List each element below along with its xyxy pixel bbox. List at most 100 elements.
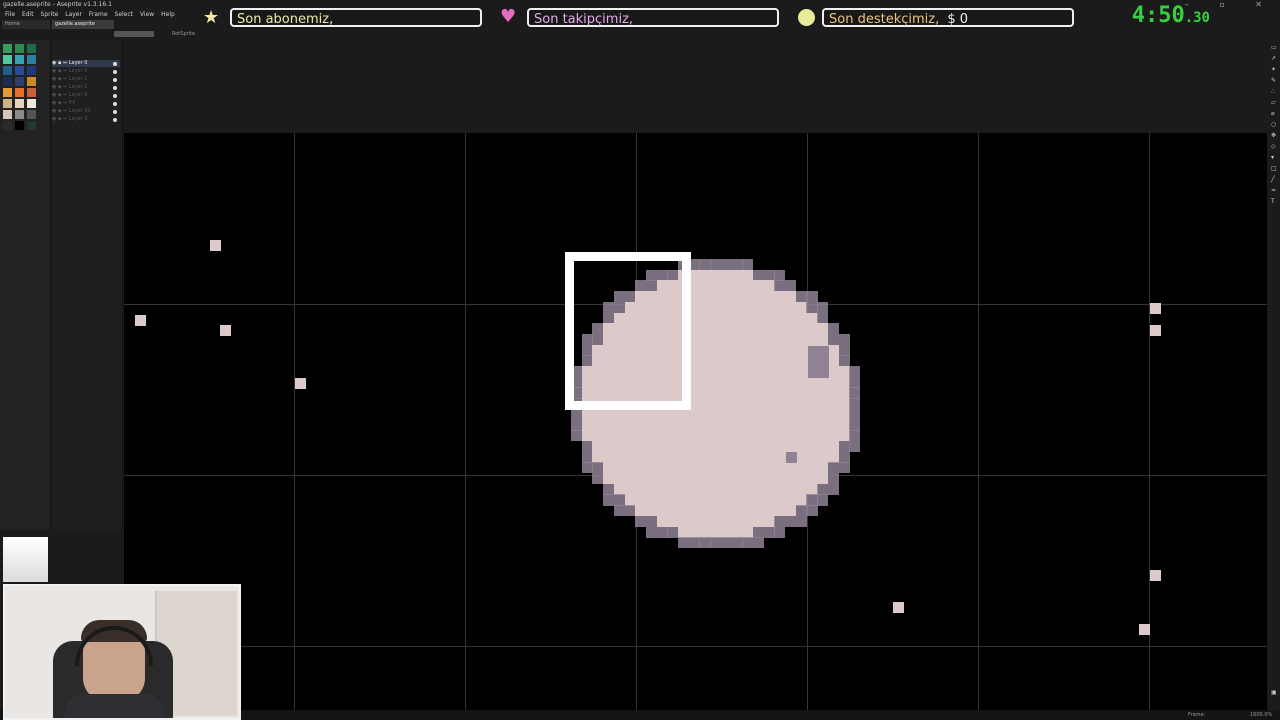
wand-tool-icon[interactable]: ✶: [1271, 67, 1277, 73]
eraser-tool-icon[interactable]: ▱: [1271, 100, 1277, 106]
text-tool-icon[interactable]: T: [1271, 199, 1277, 205]
marquee-tool-icon[interactable]: ▭: [1271, 45, 1277, 51]
palette-swatch[interactable]: [3, 88, 12, 97]
palette-swatch[interactable]: [15, 44, 24, 53]
paint-bucket-icon[interactable]: ▾: [1271, 155, 1277, 161]
cel-dot[interactable]: [113, 102, 117, 106]
cel-dot[interactable]: [113, 94, 117, 98]
color-preview[interactable]: [3, 537, 48, 582]
menu-frame[interactable]: Frame: [89, 11, 108, 18]
lasso-tool-icon[interactable]: ↗: [1271, 56, 1277, 62]
sprite-pixel: [752, 398, 765, 410]
blur-tool-icon[interactable]: ≈: [1271, 188, 1277, 194]
visibility-icon[interactable]: ◉ ▪ ⇔: [52, 100, 69, 106]
zoom-tool-icon[interactable]: ○: [1271, 122, 1277, 128]
rectangle-tool-icon[interactable]: □: [1271, 166, 1277, 172]
tab-gazelle[interactable]: gazelle.aseprite: [52, 20, 114, 29]
layer-row[interactable]: ◉ ▪ ⇔ Fill: [52, 100, 120, 107]
palette-swatch[interactable]: [3, 121, 12, 130]
preview-toggle-icon[interactable]: ▣: [1271, 690, 1277, 696]
cel-dot[interactable]: [113, 70, 117, 74]
menu-select[interactable]: Select: [115, 11, 134, 18]
menu-file[interactable]: File: [5, 11, 15, 18]
slice-tool-icon[interactable]: ◇: [1271, 144, 1277, 150]
move-tool-icon[interactable]: ✥: [1271, 133, 1277, 139]
sprite-pixel: [624, 419, 636, 431]
stray-pixel: [135, 315, 146, 326]
line-tool-icon[interactable]: ╱: [1271, 177, 1277, 183]
menu-layer[interactable]: Layer: [65, 11, 82, 18]
palette-swatch[interactable]: [15, 77, 24, 86]
menu-edit[interactable]: Edit: [22, 11, 34, 18]
cel-dot[interactable]: [113, 86, 117, 90]
palette-swatch[interactable]: [15, 99, 24, 108]
sprite-pixel: [752, 387, 765, 399]
visibility-icon[interactable]: ◉ ▪ ⇔: [52, 108, 69, 114]
sprite-pixel: [731, 355, 743, 367]
sprite-pixel: [613, 408, 625, 420]
palette-swatch[interactable]: [15, 110, 24, 119]
visibility-icon[interactable]: ◉ ▪ ⇔: [52, 76, 69, 82]
tool-option-toggle[interactable]: [114, 31, 154, 37]
palette-swatch[interactable]: [27, 110, 36, 119]
visibility-icon[interactable]: ◉ ▪ ⇔: [52, 68, 69, 74]
timer-fraction: .30: [1184, 10, 1210, 26]
sprite-pixel: [752, 537, 765, 549]
palette-swatch[interactable]: [27, 77, 36, 86]
rotation-algorithm-select[interactable]: RotSprite: [172, 30, 195, 39]
eyedropper-tool-icon[interactable]: ⌀: [1271, 111, 1277, 117]
palette-swatch[interactable]: [27, 44, 36, 53]
palette-swatch[interactable]: [3, 77, 12, 86]
layer-row[interactable]: ◉ ▪ ⇔ Layer 1: [52, 76, 120, 83]
layer-row[interactable]: ◉ ▪ ⇔ Layer 5: [52, 68, 120, 75]
palette-swatch[interactable]: [27, 99, 36, 108]
cel-dot[interactable]: [113, 118, 117, 122]
sprite-pixel: [795, 408, 807, 420]
cel-dot[interactable]: [113, 62, 117, 66]
zoom-level[interactable]: 1600.0%: [1250, 710, 1272, 720]
sprite-pixel: [742, 398, 754, 410]
pencil-tool-icon[interactable]: ✎: [1271, 78, 1277, 84]
sprite-pixel: [678, 440, 690, 453]
sprite-canvas[interactable]: [124, 133, 1267, 710]
sprite-pixel: [710, 323, 722, 335]
layer-row[interactable]: ◉ ▪ ⇔ Layer 3: [52, 116, 120, 123]
cel-dot[interactable]: [113, 110, 117, 114]
layer-row[interactable]: ◉ ▪ ⇔ Layer 0: [52, 60, 120, 67]
palette-swatch[interactable]: [15, 66, 24, 75]
sprite-pixel: [742, 494, 754, 506]
palette-swatch[interactable]: [27, 66, 36, 75]
palette-swatch[interactable]: [3, 44, 12, 53]
menu-help[interactable]: Help: [161, 11, 175, 18]
sprite-pixel: [592, 430, 604, 442]
palette-swatch[interactable]: [15, 121, 24, 130]
visibility-icon[interactable]: ◉ ▪ ⇔: [52, 116, 69, 122]
palette-swatch[interactable]: [3, 55, 12, 64]
palette-swatch[interactable]: [27, 88, 36, 97]
visibility-icon[interactable]: ◉ ▪ ⇔: [52, 92, 69, 98]
sprite-pixel: [645, 419, 658, 431]
palette-swatch[interactable]: [3, 99, 12, 108]
visibility-icon[interactable]: ◉ ▪ ⇔: [52, 60, 69, 66]
layer-row[interactable]: ◉ ▪ ⇔ Layer 9: [52, 92, 120, 99]
cel-dot[interactable]: [113, 78, 117, 82]
menu-view[interactable]: View: [140, 11, 154, 18]
sprite-pixel: [678, 462, 690, 474]
sprite-pixel: [678, 537, 690, 549]
menu-sprite[interactable]: Sprite: [41, 11, 59, 18]
sprite-pixel: [592, 473, 604, 485]
sprite-pixel: [731, 291, 743, 303]
palette-swatch[interactable]: [15, 55, 24, 64]
palette-swatch[interactable]: [27, 121, 36, 130]
spray-tool-icon[interactable]: ∴: [1271, 89, 1277, 95]
palette-swatch[interactable]: [3, 66, 12, 75]
tab-home[interactable]: Home: [2, 20, 50, 29]
layer-row[interactable]: ◉ ▪ ⇔ Layer 10: [52, 108, 120, 115]
palette-swatch[interactable]: [27, 55, 36, 64]
palette-swatch[interactable]: [3, 110, 12, 119]
palette-swatch[interactable]: [15, 88, 24, 97]
visibility-icon[interactable]: ◉ ▪ ⇔: [52, 84, 69, 90]
sprite-pixel: [742, 430, 754, 442]
sprite-pixel: [774, 366, 786, 378]
layer-row[interactable]: ◉ ▪ ⇔ Layer 2: [52, 84, 120, 91]
